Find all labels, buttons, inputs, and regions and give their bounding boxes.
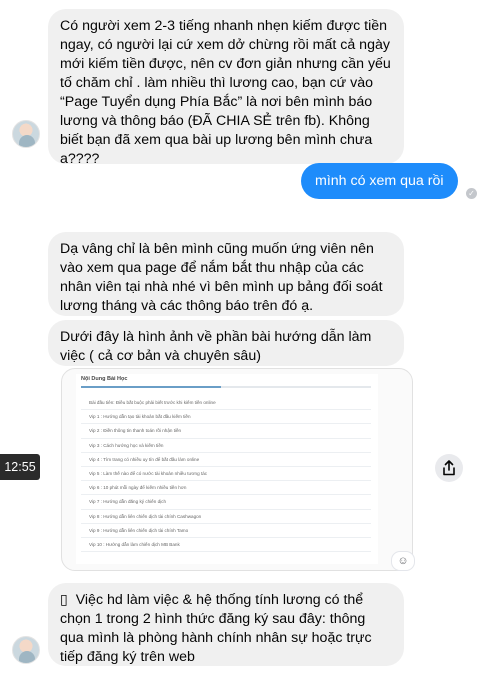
message-text: Việc hd làm việc & hệ thống tính lương c…	[60, 592, 372, 665]
lesson-item: Vip 6 : 10 phút mỗi ngày để kiếm nhiều t…	[81, 481, 371, 496]
image-attachment[interactable]: Nội Dung Bài Học Bài đầu tiên: Điều bắt …	[61, 368, 413, 571]
lesson-item: Vip 7 : Hướng dẫn đăng ký chiến dịch	[81, 495, 371, 510]
incoming-message[interactable]: Có người xem 2-3 tiếng nhanh nhẹn kiếm đ…	[48, 9, 404, 164]
sender-avatar[interactable]	[12, 120, 40, 148]
share-button[interactable]	[435, 454, 463, 482]
incoming-message[interactable]: Dưới đây là hình ảnh về phần bài hướng d…	[48, 320, 404, 366]
message-text: Dưới đây là hình ảnh về phần bài hướng d…	[60, 329, 372, 364]
lesson-item: Vip 1 : Hướng dẫn tạo tài khoản bắt đầu …	[81, 410, 371, 425]
message-text: Có người xem 2-3 tiếng nhanh nhẹn kiếm đ…	[60, 18, 391, 164]
lesson-item: Vip 9 : Hướng dẫn liên chiến dịch tài ch…	[81, 524, 371, 538]
progress-fill	[81, 386, 221, 388]
lesson-item: Vip 4 : Tìm trang có nhiều uy tín để bắt…	[81, 453, 371, 467]
sender-avatar[interactable]	[12, 636, 40, 664]
seen-check-icon: ✓	[466, 188, 477, 199]
incoming-message[interactable]: Dạ vâng chỉ là bên mình cũng muốn ứng vi…	[48, 232, 404, 316]
message-text: Dạ vâng chỉ là bên mình cũng muốn ứng vi…	[60, 241, 383, 314]
lesson-screenshot: Nội Dung Bài Học Bài đầu tiên: Điều bắt …	[76, 374, 378, 564]
lesson-list: Bài đầu tiên: Điều bắt buộc phải biết tr…	[81, 396, 371, 553]
square-icon: ▯	[60, 592, 68, 608]
lesson-header: Nội Dung Bài Học	[81, 376, 128, 382]
incoming-message[interactable]: ▯ Việc hd làm việc & hệ thống tính lương…	[48, 583, 404, 666]
share-icon	[443, 460, 455, 476]
outgoing-message[interactable]: mình có xem qua rồi	[301, 163, 458, 199]
lesson-item: Bài đầu tiên: Điều bắt buộc phải biết tr…	[81, 396, 371, 411]
lesson-item: Vip 5 : Làm thế nào để có nước tài khoản…	[81, 467, 371, 482]
timestamp-badge: 12:55	[0, 454, 40, 480]
lesson-item: Vip 2 : Điền thông tin thanh toán rồi nh…	[81, 424, 371, 439]
lesson-item: Vip 8 : Hướng dẫn liên chiến dịch tài ch…	[81, 510, 371, 524]
lesson-item: Vip 3 : Cách hướng học và kiếm tiền	[81, 439, 371, 453]
emoji-add-icon[interactable]: ☺	[391, 551, 415, 571]
message-text: mình có xem qua rồi	[315, 173, 444, 189]
lesson-item: Vip 10 : Hướng dẫn làm chiến dịch MB Ban…	[81, 538, 371, 553]
